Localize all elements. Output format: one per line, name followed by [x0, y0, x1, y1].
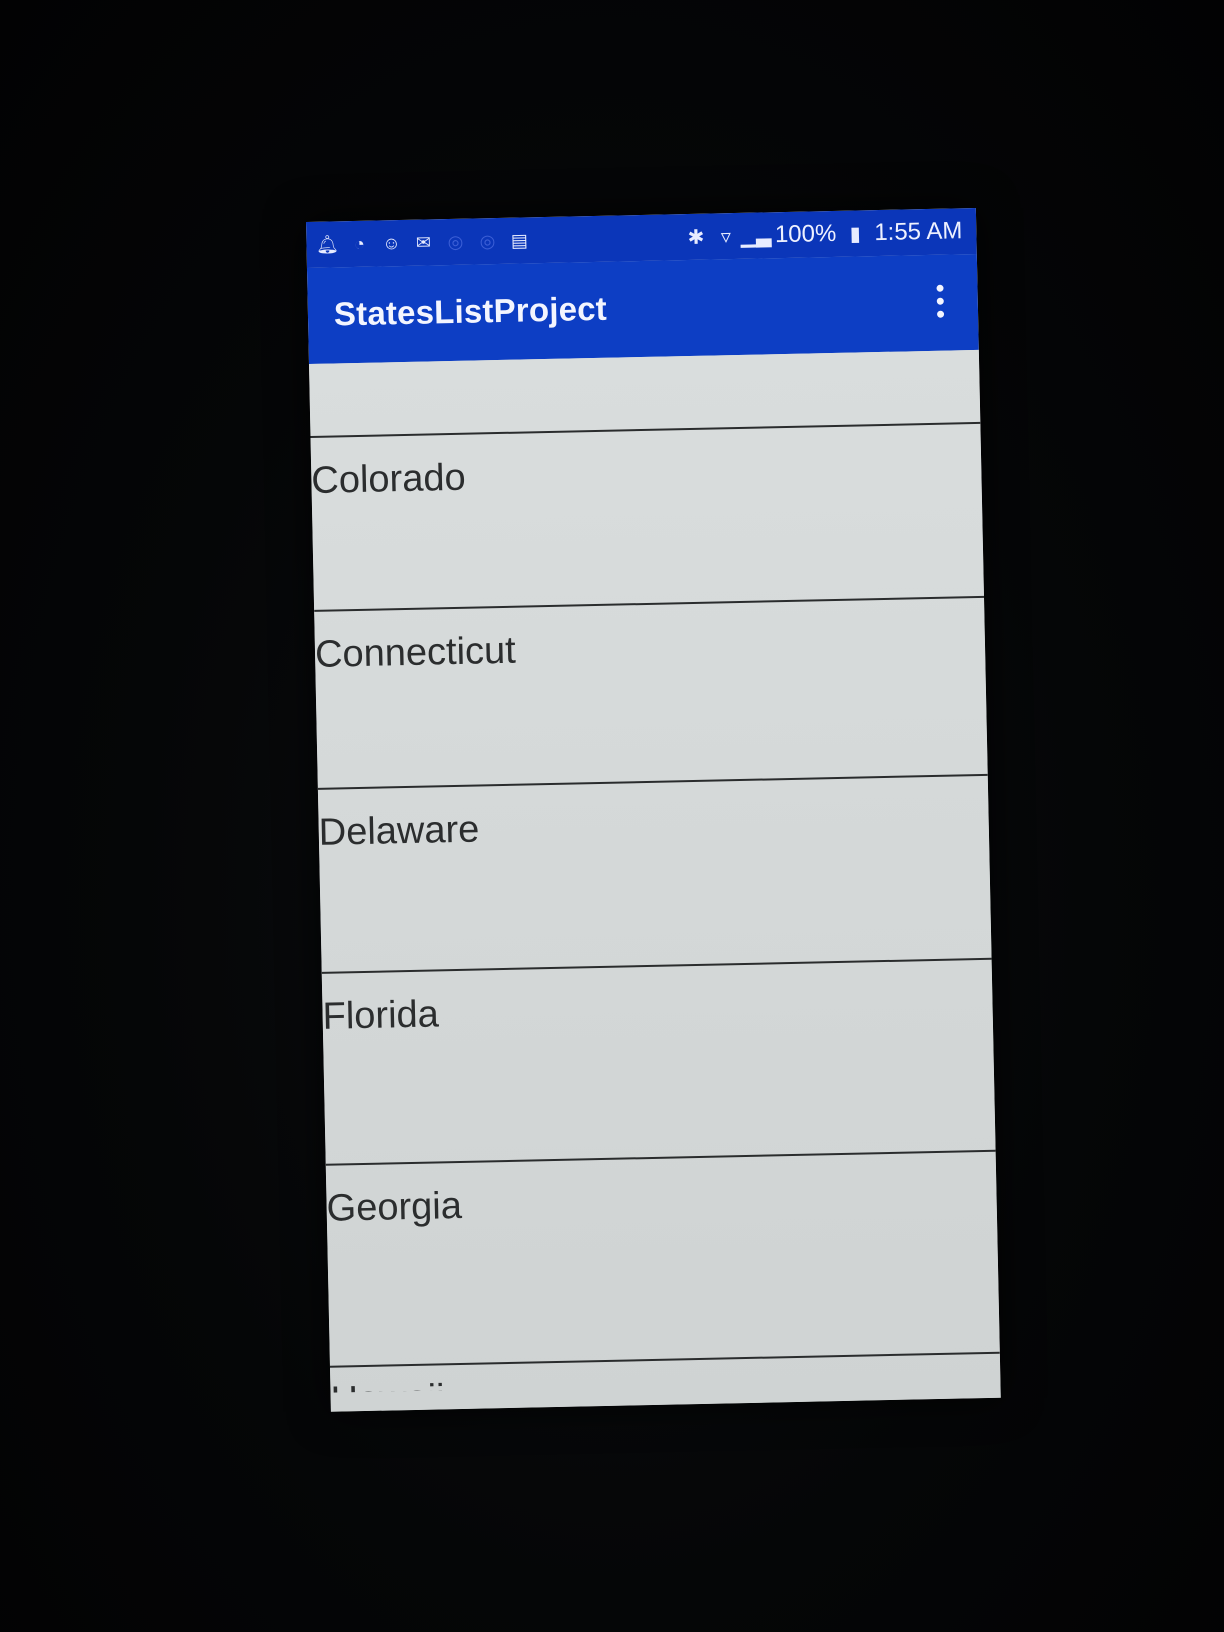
- menu-dot: [936, 297, 944, 305]
- phone-screen: 🔔︎ ◔ ☺ ✉ ◎ ◎ ▤ ✱ ▿ ▁▃ 100% ▮ 1:55 AM Sta…: [306, 207, 1001, 1412]
- app-title: StatesListProject: [333, 289, 608, 333]
- list-item[interactable]: Georgia: [325, 1151, 1000, 1368]
- states-list[interactable]: Colorado Connecticut Delaware Florida Ge…: [308, 349, 1001, 1412]
- messenger-icon: ◔: [353, 233, 366, 254]
- battery-icon: ▮: [849, 222, 862, 246]
- signal-icon: ▁▃: [740, 224, 772, 248]
- list-item[interactable]: Florida: [321, 959, 996, 1166]
- sync-icon: ◎: [447, 231, 464, 252]
- list-top-partial-row: [308, 349, 981, 438]
- bluetooth-icon: ✱: [687, 226, 705, 249]
- sd-card-icon: ▤: [510, 229, 529, 251]
- menu-dot: [935, 284, 944, 292]
- list-item-label: Hawaii: [330, 1377, 446, 1412]
- notification-bell-icon: 🔔︎: [315, 233, 340, 255]
- list-item[interactable]: Delaware: [317, 775, 992, 974]
- contact-icon: ☺: [382, 232, 401, 253]
- status-system-icons: ✱ ▿ ▁▃ 100% ▮ 1:55 AM: [685, 216, 963, 252]
- list-item[interactable]: Colorado: [310, 423, 985, 612]
- list-item-label: Georgia: [326, 1184, 463, 1230]
- menu-dot: [936, 310, 944, 318]
- status-time: 1:55 AM: [874, 217, 963, 247]
- list-item-label: Florida: [322, 993, 440, 1038]
- list-item-label: Colorado: [310, 456, 467, 502]
- wifi-icon: ▿: [720, 225, 732, 248]
- email-icon: ✉: [415, 231, 432, 253]
- battery-percent: 100%: [774, 219, 837, 249]
- app-bar: StatesListProject: [306, 253, 979, 364]
- list-item[interactable]: Connecticut: [314, 597, 988, 790]
- sync-icon: ◎: [479, 230, 496, 251]
- list-item-label: Delaware: [318, 808, 480, 854]
- status-notification-icons: 🔔︎ ◔ ☺ ✉ ◎ ◎ ▤: [316, 227, 530, 257]
- list-item-label: Connecticut: [314, 629, 517, 676]
- more-vert-icon[interactable]: [925, 278, 954, 323]
